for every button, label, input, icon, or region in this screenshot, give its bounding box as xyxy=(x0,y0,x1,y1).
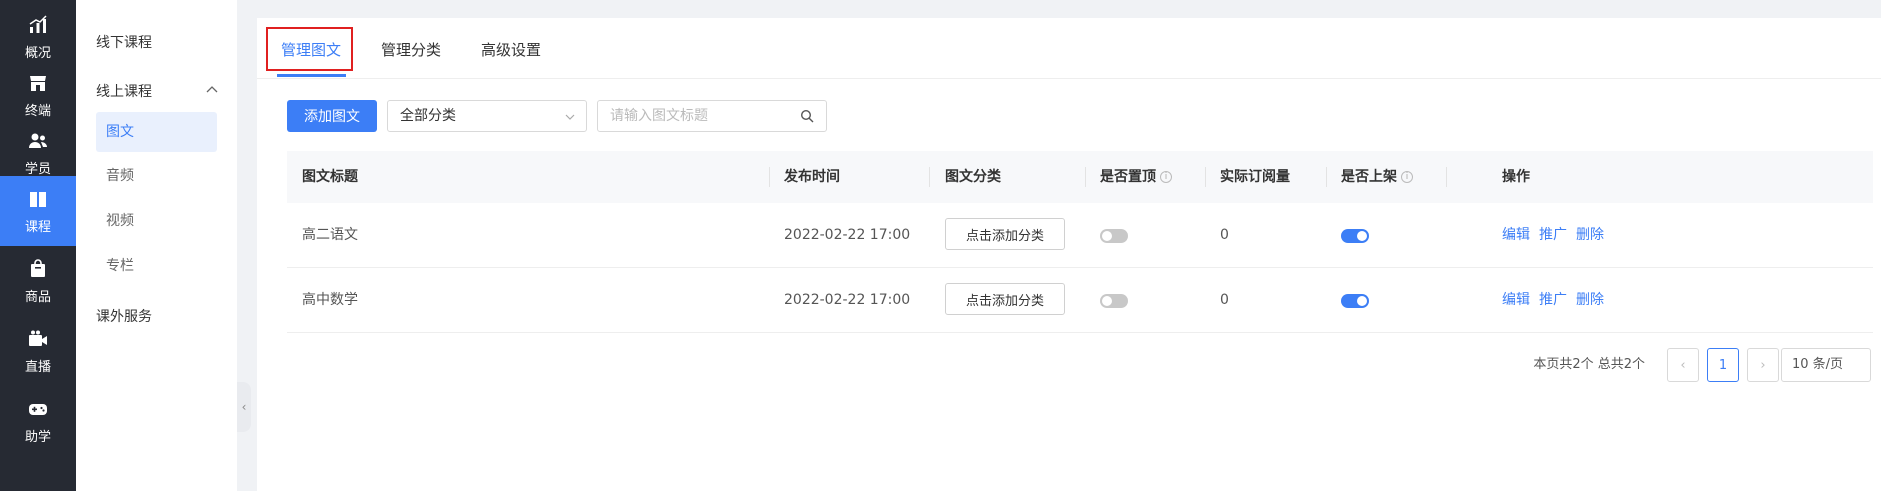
add-article-button[interactable]: 添加图文 xyxy=(287,100,377,132)
column-divider xyxy=(1085,167,1086,187)
column-divider xyxy=(1446,167,1447,187)
course-subnav: 线下课程 线上课程 图文 音频 视频 专栏 课外服务 xyxy=(76,0,237,491)
promote-link[interactable]: 推广 xyxy=(1539,203,1567,268)
main-nav-rail: 概况 终端 学员 课程 商品 直播 助学 xyxy=(0,0,76,491)
nav-item-live[interactable]: 直播 xyxy=(0,316,76,386)
tab-manage-categories[interactable]: 管理分类 xyxy=(381,39,441,60)
pagination: 本页共2个 总共2个 ‹ 1 › 10 条/页 xyxy=(1471,348,1871,382)
edit-link[interactable]: 编辑 xyxy=(1502,268,1530,333)
main-panel: 管理图文 管理分类 高级设置 添加图文 全部分类 图文标题 发布时间 图文分类 … xyxy=(257,18,1881,491)
listed-toggle[interactable] xyxy=(1341,229,1369,243)
tab-manage-articles[interactable]: 管理图文 xyxy=(281,39,341,60)
table-row: 高中数学 2022-02-22 17:00 点击添加分类 0 编辑 推广 删除 xyxy=(287,268,1873,333)
col-actions: 操作 xyxy=(1502,169,1530,185)
active-tab-underline xyxy=(277,74,346,77)
subnav-offline-courses[interactable]: 线下课程 xyxy=(96,32,152,52)
nav-item-label: 课程 xyxy=(24,219,51,235)
video-icon xyxy=(27,328,49,350)
col-category: 图文分类 xyxy=(945,169,1001,185)
row-subscriptions: 0 xyxy=(1220,292,1229,308)
col-title: 图文标题 xyxy=(302,169,358,185)
nav-item-label: 商品 xyxy=(24,289,51,305)
book-icon xyxy=(27,188,49,210)
nav-item-study-aid[interactable]: 助学 xyxy=(0,386,76,456)
subnav-item-video[interactable]: 视频 xyxy=(96,201,217,241)
col-subscriptions: 实际订阅量 xyxy=(1220,169,1290,185)
chevron-left-icon: ‹ xyxy=(241,400,247,414)
subnav-item-audio[interactable]: 音频 xyxy=(96,156,217,196)
prev-page-button[interactable]: ‹ xyxy=(1667,348,1699,382)
category-select-value: 全部分类 xyxy=(400,108,456,124)
toggle-knob xyxy=(1102,296,1112,306)
info-icon[interactable]: i xyxy=(1401,171,1413,183)
nav-item-label: 直播 xyxy=(24,359,51,375)
subnav-online-courses[interactable]: 线上课程 xyxy=(96,81,218,101)
subnav-item-column[interactable]: 专栏 xyxy=(96,246,217,286)
col-listed: 是否上架 i xyxy=(1341,151,1413,203)
info-icon[interactable]: i xyxy=(1160,171,1172,183)
toggle-knob xyxy=(1357,231,1367,241)
category-select[interactable]: 全部分类 xyxy=(387,100,587,132)
delete-link[interactable]: 删除 xyxy=(1576,268,1604,333)
page-size-value: 10 条/页 xyxy=(1792,357,1844,372)
row-publish-time: 2022-02-22 17:00 xyxy=(784,292,911,308)
delete-link[interactable]: 删除 xyxy=(1576,203,1604,268)
subnav-extra-services[interactable]: 课外服务 xyxy=(96,306,152,326)
promote-link[interactable]: 推广 xyxy=(1539,268,1567,333)
nav-item-courses[interactable]: 课程 xyxy=(0,176,76,246)
pinned-toggle[interactable] xyxy=(1100,294,1128,308)
articles-table: 图文标题 发布时间 图文分类 是否置顶 i 实际订阅量 是否上架 i 操作 高二语文… xyxy=(287,151,1873,333)
subnav-item-article[interactable]: 图文 xyxy=(96,112,217,152)
chevron-up-icon xyxy=(206,86,218,93)
nav-item-label: 助学 xyxy=(24,429,51,445)
page-size-select[interactable]: 10 条/页 xyxy=(1781,348,1871,382)
col-pinned-label: 是否置顶 xyxy=(1100,169,1156,185)
row-publish-time: 2022-02-22 17:00 xyxy=(784,227,911,243)
page-button-current[interactable]: 1 xyxy=(1707,348,1739,382)
search-input[interactable] xyxy=(598,101,788,131)
chevron-left-icon: ‹ xyxy=(1680,357,1686,373)
edit-link[interactable]: 编辑 xyxy=(1502,203,1530,268)
search-icon[interactable] xyxy=(800,109,814,123)
chevron-down-icon xyxy=(565,114,575,120)
column-divider xyxy=(1205,167,1206,187)
table-header: 图文标题 发布时间 图文分类 是否置顶 i 实际订阅量 是否上架 i 操作 xyxy=(287,151,1873,203)
nav-item-label: 概况 xyxy=(24,45,51,61)
search-box xyxy=(597,100,827,132)
store-icon xyxy=(27,72,49,94)
toggle-knob xyxy=(1102,231,1112,241)
next-page-button[interactable]: › xyxy=(1747,348,1779,382)
col-publish-time: 发布时间 xyxy=(784,169,840,185)
users-icon xyxy=(27,130,49,152)
pagination-summary: 本页共2个 总共2个 xyxy=(1533,357,1645,372)
stats-icon xyxy=(27,14,49,36)
col-listed-label: 是否上架 xyxy=(1341,169,1397,185)
bag-icon xyxy=(27,258,49,280)
tab-advanced-settings[interactable]: 高级设置 xyxy=(481,39,541,60)
nav-item-label: 学员 xyxy=(24,161,51,177)
table-row: 高二语文 2022-02-22 17:00 点击添加分类 0 编辑 推广 删除 xyxy=(287,203,1873,268)
col-pinned: 是否置顶 i xyxy=(1100,151,1172,203)
column-divider xyxy=(1326,167,1327,187)
column-divider xyxy=(769,167,770,187)
subnav-group-label: 线上课程 xyxy=(96,84,152,100)
tab-bar: 管理图文 管理分类 高级设置 xyxy=(257,18,1881,79)
chevron-right-icon: › xyxy=(1760,357,1766,373)
row-subscriptions: 0 xyxy=(1220,227,1229,243)
add-category-button[interactable]: 点击添加分类 xyxy=(945,283,1065,315)
row-title: 高中数学 xyxy=(302,292,358,308)
nav-item-label: 终端 xyxy=(24,103,51,119)
column-divider xyxy=(929,167,930,187)
nav-item-products[interactable]: 商品 xyxy=(0,246,76,316)
row-title: 高二语文 xyxy=(302,227,358,243)
listed-toggle[interactable] xyxy=(1341,294,1369,308)
pinned-toggle[interactable] xyxy=(1100,229,1128,243)
add-category-button[interactable]: 点击添加分类 xyxy=(945,218,1065,250)
gamepad-icon xyxy=(27,398,49,420)
toggle-knob xyxy=(1357,296,1367,306)
collapse-sidebar-button[interactable]: ‹ xyxy=(237,382,251,432)
